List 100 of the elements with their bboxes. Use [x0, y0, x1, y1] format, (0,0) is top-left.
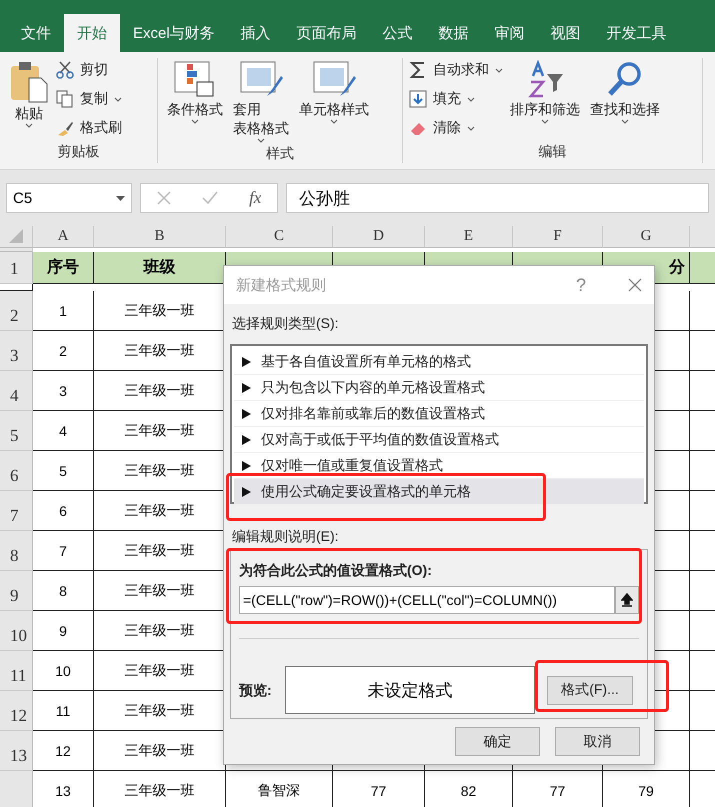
- cancel-icon[interactable]: [156, 191, 171, 205]
- ribbon-tab[interactable]: 数据: [426, 14, 482, 52]
- ribbon-tab[interactable]: 开发工具: [594, 14, 680, 52]
- insert-function-button[interactable]: fx: [249, 188, 262, 208]
- row-header[interactable]: 4: [0, 371, 33, 411]
- row-header[interactable]: 7: [0, 491, 33, 531]
- column-header[interactable]: B: [94, 226, 226, 248]
- copy-icon: [56, 90, 74, 108]
- table-cell: 3: [33, 371, 94, 411]
- clipboard-icon: [9, 60, 49, 104]
- row-header[interactable]: 8: [0, 531, 33, 571]
- check-icon[interactable]: [202, 191, 218, 205]
- row-header[interactable]: 12: [0, 691, 33, 731]
- row-header[interactable]: 3: [0, 331, 33, 371]
- paste-button[interactable]: 粘贴: [6, 58, 52, 143]
- ribbon-button[interactable]: 填充: [409, 89, 503, 109]
- table-cell: 7: [33, 531, 94, 571]
- ribbon-button[interactable]: 自动求和: [409, 60, 503, 80]
- help-button[interactable]: ?: [576, 274, 586, 296]
- caret-icon: [621, 119, 629, 124]
- table-cell: 5: [33, 451, 94, 491]
- column-header[interactable]: C: [226, 226, 333, 248]
- formula-field[interactable]: =(CELL("row")=ROW())+(CELL("col")=COLUMN()): [239, 586, 615, 614]
- upload-icon: [621, 593, 633, 607]
- section-label: 选择规则类型(S):: [232, 315, 339, 333]
- caret-icon: [191, 119, 199, 124]
- select-all-corner[interactable]: [0, 226, 33, 248]
- brush-icon: [56, 119, 74, 137]
- column-header[interactable]: F: [513, 226, 603, 248]
- ribbon-button[interactable]: 清除: [409, 118, 503, 138]
- triangle-icon: [242, 356, 251, 366]
- cancel-button[interactable]: 取消: [555, 727, 640, 756]
- row-header[interactable]: 9: [0, 571, 33, 611]
- group-label: 样式: [266, 145, 294, 163]
- column-header[interactable]: A: [33, 226, 94, 248]
- ribbon-tab[interactable]: 视图: [538, 14, 594, 52]
- row-header[interactable]: 5: [0, 411, 33, 451]
- table-cell: 11: [33, 691, 94, 731]
- row-header[interactable]: 1: [0, 252, 33, 284]
- caret-icon: [541, 119, 549, 124]
- close-icon[interactable]: [628, 278, 642, 292]
- ribbon-button[interactable]: 套用 表格格式: [230, 58, 292, 145]
- ribbon-tab[interactable]: Excel与财务: [120, 14, 228, 52]
- dialog-title: 新建格式规则: [236, 276, 327, 294]
- ribbon-button[interactable]: 查找和选择: [587, 58, 663, 143]
- scissors-icon: [56, 61, 74, 79]
- name-box[interactable]: C5: [6, 183, 132, 213]
- triangle-icon: [242, 382, 251, 392]
- row-header[interactable]: 11: [0, 651, 33, 691]
- column-header[interactable]: E: [425, 226, 513, 248]
- table-cell: 2: [33, 331, 94, 371]
- table-cell: 1: [33, 291, 94, 331]
- sigma-icon: [409, 61, 427, 79]
- caret-icon: [257, 138, 265, 143]
- ribbon-button[interactable]: 条件格式: [164, 58, 226, 145]
- caret-icon: [330, 119, 338, 124]
- caret-icon: [467, 96, 475, 102]
- triangle-icon: [242, 434, 251, 444]
- row-header[interactable]: 2: [0, 291, 33, 331]
- triangle-icon: [242, 460, 251, 470]
- ribbon-button[interactable]: 复制: [56, 89, 122, 109]
- row-header[interactable]: 6: [0, 451, 33, 491]
- triangle-icon: [242, 408, 251, 418]
- column-header[interactable]: D: [333, 226, 425, 248]
- row-header[interactable]: [0, 771, 33, 807]
- triangle-icon: [242, 486, 251, 496]
- ribbon-tab[interactable]: 公式: [370, 14, 426, 52]
- ribbon-tab[interactable]: 插入: [228, 14, 284, 52]
- table-cell: 8: [33, 571, 94, 611]
- ribbon-tab[interactable]: 审阅: [482, 14, 538, 52]
- section-label: 编辑规则说明(E):: [232, 528, 339, 546]
- ribbon-tab[interactable]: 页面布局: [284, 14, 370, 52]
- dropdown-icon: [116, 196, 125, 200]
- caret-icon: [467, 126, 475, 130]
- ribbon-button[interactable]: 剪切: [56, 60, 122, 80]
- group-label: 编辑: [538, 143, 566, 161]
- preview-box: 未设定格式: [285, 666, 535, 714]
- formula-input[interactable]: 公孙胜: [286, 183, 709, 213]
- row-header[interactable]: 13: [0, 731, 33, 771]
- table-cell: 12: [33, 731, 94, 771]
- ribbon-button[interactable]: 格式刷: [56, 118, 122, 138]
- table-cell: 10: [33, 651, 94, 691]
- formula-label: 为符合此公式的值设置格式(O):: [239, 561, 433, 580]
- format-button[interactable]: 格式(F)...: [547, 676, 633, 704]
- table-cell: 6: [33, 491, 94, 531]
- ribbon-button[interactable]: 单元格样式: [296, 58, 372, 145]
- header-cell: 班级: [94, 252, 226, 284]
- preview-label: 预览:: [239, 681, 273, 700]
- collapse-button[interactable]: [615, 586, 639, 614]
- header-cell: 序号: [33, 252, 94, 284]
- row-header[interactable]: 10: [0, 611, 33, 651]
- rule-type-item[interactable]: 使用公式确定要设置格式的单元格: [234, 479, 644, 505]
- ribbon-button[interactable]: 排序和筛选: [507, 58, 583, 143]
- caret-icon: [25, 123, 33, 128]
- ribbon-tab[interactable]: 文件: [8, 14, 64, 52]
- ok-button[interactable]: 确定: [455, 727, 540, 756]
- table-cell: 4: [33, 411, 94, 451]
- ribbon-tab[interactable]: 开始: [64, 14, 120, 52]
- column-header[interactable]: G: [603, 226, 690, 248]
- group-label: 剪贴板: [58, 143, 100, 161]
